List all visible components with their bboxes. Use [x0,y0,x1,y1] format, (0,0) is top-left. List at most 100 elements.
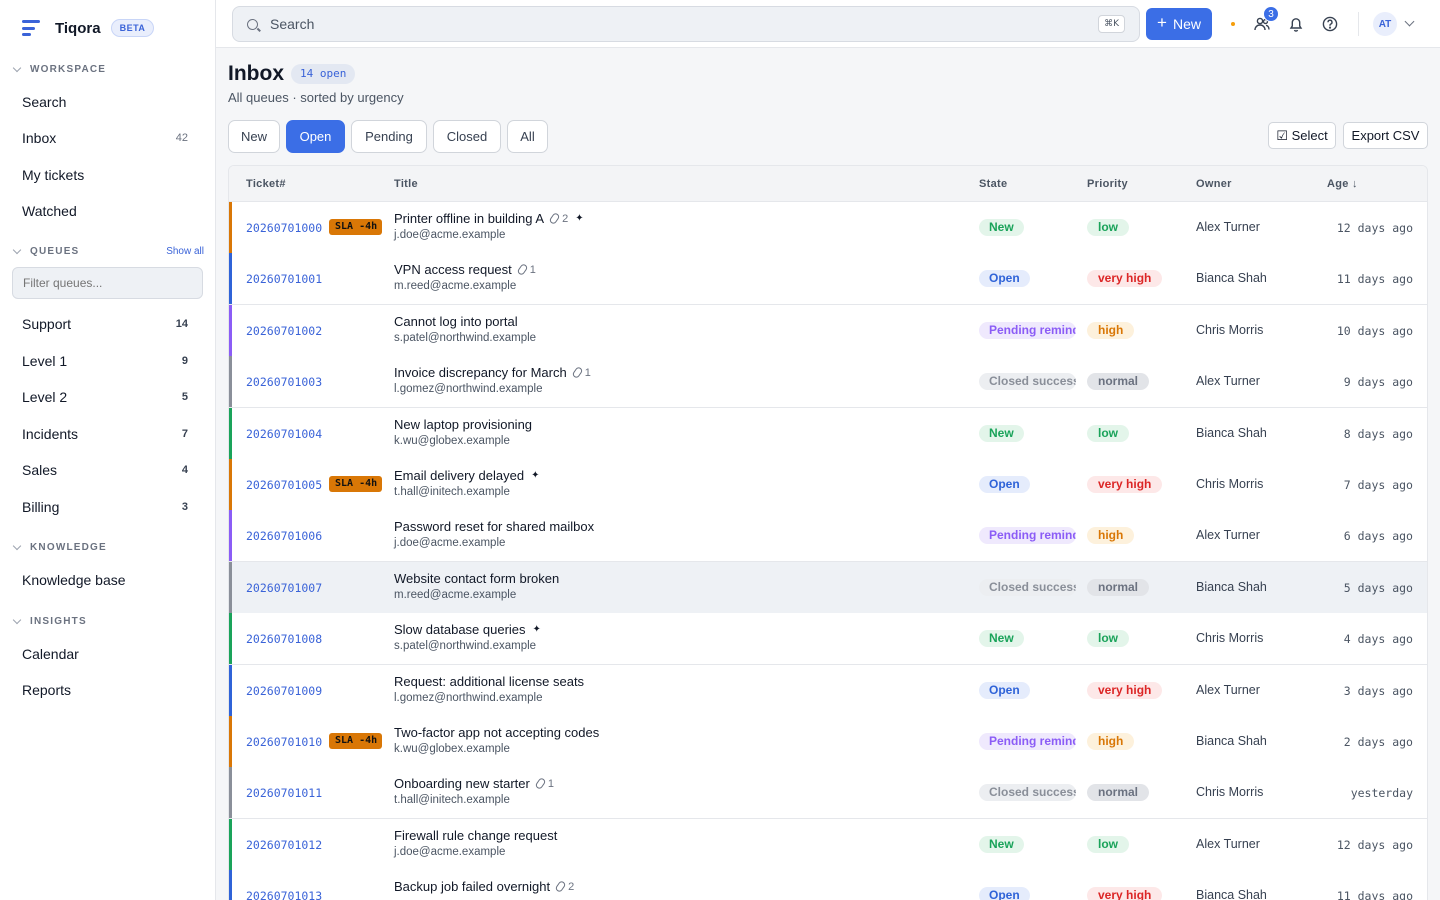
ticket-title[interactable]: Email delivery delayed ✦ [394,468,539,483]
table-row[interactable]: 20260701000 SLA -4h Printer offline in bui… [229,202,1427,254]
insights-section-header[interactable]: INSIGHTS [12,615,204,627]
table-row[interactable]: 20260701013 Backup job failed overnight 2 O… [229,870,1427,900]
table-row[interactable]: 20260701012 Firewall rule change request j… [229,818,1427,871]
table-row[interactable]: 20260701008 Slow database queries ✦ s.patel… [229,613,1427,666]
priority-badge: low [1087,424,1129,442]
sla-badge: SLA -4h [329,219,382,235]
sparkle-icon: ✦ [531,470,540,481]
tab-all[interactable]: All [507,120,548,153]
sidebar-item-watched[interactable]: Watched [10,195,204,227]
select-button[interactable]: ☑ Select [1268,122,1336,149]
brand[interactable]: Tiqora BETA [0,0,215,56]
ticket-id-link[interactable]: 20260701013 [246,889,322,900]
export-csv-button[interactable]: Export CSV [1343,122,1428,149]
requester-email: l.gomez@northwind.example [394,691,543,704]
column-header-state[interactable]: State [979,178,1007,190]
knowledge-section-header[interactable]: KNOWLEDGE [12,541,204,553]
column-header-title[interactable]: Title [394,178,418,190]
table-row[interactable]: 20260701003 Invoice discrepancy for March… [229,356,1427,409]
ticket-id-link[interactable]: 20260701009 [246,684,322,698]
table-row[interactable]: 20260701004 New laptop provisioning k.wu@g… [229,407,1427,460]
ticket-id-link[interactable]: 20260701003 [246,375,322,389]
table-row[interactable]: 20260701005 SLA -4h Email delivery delayed… [229,459,1427,511]
state-color-bar [229,818,232,870]
filter-queues-input[interactable] [12,267,203,299]
ticket-age: 4 days ago [1343,632,1413,647]
sidebar-item-my-tickets[interactable]: My tickets [10,159,204,191]
ticket-title[interactable]: New laptop provisioning [394,417,532,432]
ticket-id-link[interactable]: 20260701010 [246,735,322,749]
paperclip-icon [548,211,561,226]
ticket-title[interactable]: Password reset for shared mailbox [394,519,594,534]
ticket-age: 3 days ago [1343,683,1413,698]
ticket-id-link[interactable]: 20260701001 [246,272,322,286]
ticket-title[interactable]: Cannot log into portal [394,314,518,329]
tab-pending[interactable]: Pending [351,120,427,153]
sidebar-item-search[interactable]: Search [10,86,204,118]
sidebar-item-inbox[interactable]: Inbox 42 [10,122,204,154]
requester-email: s.patel@northwind.example [394,640,537,653]
table-row[interactable]: 20260701002 Cannot log into portal s.patel… [229,304,1427,357]
sidebar-item-calendar[interactable]: Calendar [10,638,204,670]
help-icon[interactable] [1320,14,1340,34]
sidebar-item-knowledge-base[interactable]: Knowledge base [10,564,204,596]
sidebar-item-label: Level 2 [22,389,68,406]
table-row[interactable]: 20260701001 VPN access request 1 m.reed@acm… [229,253,1427,306]
state-color-bar [229,613,232,665]
owner-name: Chris Morris [1196,477,1264,491]
table-row[interactable]: 20260701011 Onboarding new starter 1 t.hall… [229,767,1427,820]
ticket-title[interactable]: Onboarding new starter 1 [394,776,554,791]
sla-badge: SLA -4h [329,476,382,492]
ticket-title[interactable]: Backup job failed overnight 2 [394,879,574,894]
ticket-id-link[interactable]: 20260701004 [246,427,322,441]
ticket-id-link[interactable]: 20260701002 [246,324,322,338]
ticket-title[interactable]: Printer offline in building A 2 ✦ [394,211,584,226]
new-ticket-button[interactable]: + New [1146,8,1212,40]
ticket-title[interactable]: Two-factor app not accepting codes [394,725,599,740]
table-row[interactable]: 20260701006 Password reset for shared mai… [229,510,1427,563]
column-header-ticket[interactable]: Ticket# [246,178,286,190]
sparkle-icon: ✦ [532,624,541,636]
bell-icon[interactable] [1286,14,1306,34]
sidebar-queue-incidents[interactable]: Incidents 7 [10,418,204,450]
sidebar-queue-sales[interactable]: Sales 4 [10,454,204,486]
requester-email: t.hall@initech.example [394,794,510,807]
ticket-id-link[interactable]: 20260701008 [246,632,322,646]
ticket-id-link[interactable]: 20260701000 [246,221,322,235]
sidebar-queue-billing[interactable]: Billing 3 [10,491,204,523]
column-header-priority[interactable]: Priority [1087,178,1128,190]
sidebar-queue-support[interactable]: Support 14 [10,308,204,340]
tab-closed[interactable]: Closed [433,120,501,153]
sidebar-queue-level-1[interactable]: Level 1 9 [10,345,204,377]
ticket-age: 6 days ago [1343,529,1413,544]
chevron-down-icon[interactable] [1404,16,1415,27]
sidebar-item-count: 42 [175,132,188,144]
column-header-owner[interactable]: Owner [1196,178,1232,190]
table-row[interactable]: 20260701009 Request: additional license s… [229,664,1427,717]
ticket-title[interactable]: Website contact form broken [394,571,559,586]
ticket-title[interactable]: Firewall rule change request [394,828,557,843]
ticket-id-link[interactable]: 20260701006 [246,529,322,543]
table-row[interactable]: 20260701007 Website contact form broken m.… [229,561,1427,614]
ticket-title[interactable]: Request: additional license seats [394,674,584,689]
workspace-section-header[interactable]: WORKSPACE [12,63,204,75]
tab-open[interactable]: Open [286,120,345,153]
ticket-id-link[interactable]: 20260701007 [246,581,322,595]
ticket-id-link[interactable]: 20260701012 [246,838,322,852]
column-header-age[interactable]: Age ↓ [1327,178,1358,190]
ticket-title[interactable]: Invoice discrepancy for March 1 [394,365,591,380]
sidebar-queue-level-2[interactable]: Level 2 5 [10,381,204,413]
sidebar-item-reports[interactable]: Reports [10,674,204,706]
ticket-id-link[interactable]: 20260701011 [246,786,322,800]
tab-new[interactable]: New [228,120,280,153]
ticket-id-link[interactable]: 20260701005 [246,478,322,492]
global-search-input[interactable]: Search ⌘K [232,6,1140,42]
ticket-title[interactable]: VPN access request 1 [394,262,536,277]
ticket-title[interactable]: Slow database queries ✦ [394,622,541,637]
queues-section-header[interactable]: QUEUES Show all [12,245,204,257]
sidebar-item-label: Sales [22,462,58,479]
avatar[interactable]: AT [1373,12,1397,36]
state-color-bar [229,253,232,305]
table-row[interactable]: 20260701010 SLA -4h Two-factor app not acc… [229,716,1427,768]
show-all-link[interactable]: Show all [166,246,204,257]
